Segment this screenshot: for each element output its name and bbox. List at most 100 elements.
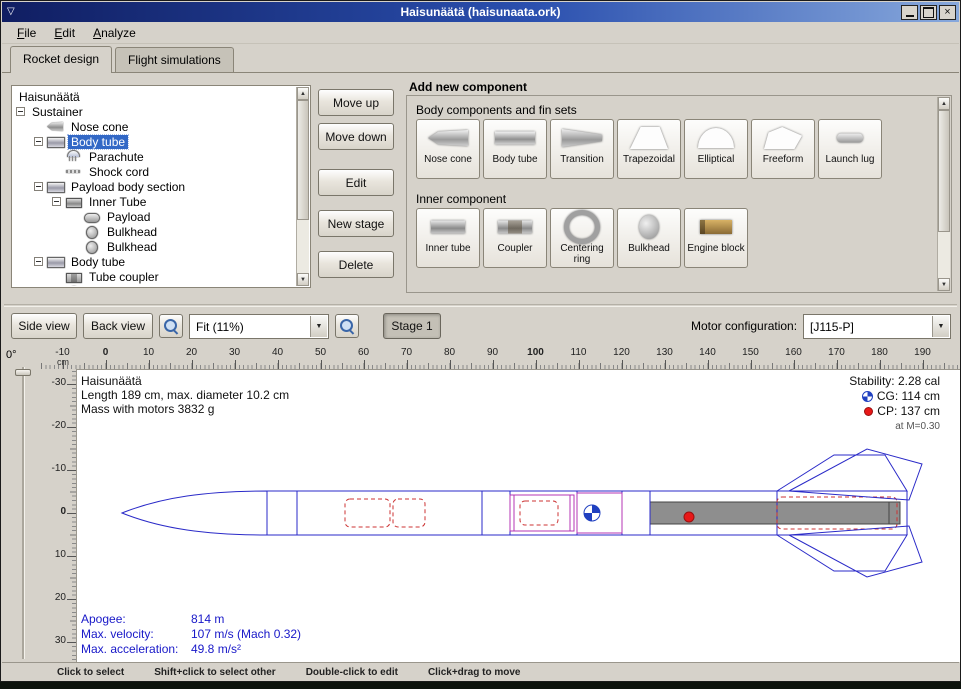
tree-item-label: Payload (104, 210, 153, 224)
tree-item[interactable]: Parachute (13, 149, 296, 164)
tree-item[interactable]: Nose cone (13, 119, 296, 134)
tree-item[interactable]: Bulkhead (13, 224, 296, 239)
component-icon (65, 285, 82, 286)
menu-item[interactable]: Edit (47, 24, 82, 42)
titlebar[interactable]: Haisunäätä (haisunaata.ork) ▽ × (2, 2, 959, 22)
zoom-out-button[interactable] (335, 314, 359, 338)
add-component-button[interactable]: Trapezoidal (617, 119, 681, 179)
scroll-up-icon[interactable]: ▲ (938, 97, 950, 110)
tree-item[interactable]: Bulkhead (13, 239, 296, 254)
figure-legend: Stability: 2.28 cal CG: 114 cm CP: 137 c… (849, 374, 940, 433)
component-icon (65, 150, 82, 163)
ruler-label: 20 (170, 347, 213, 359)
nose-cone-outline (122, 491, 267, 535)
component-type-icon (560, 123, 604, 153)
tree-item[interactable]: Shock cord (13, 164, 296, 179)
tree-item[interactable]: Bulkhead (13, 284, 296, 286)
move-up-button[interactable]: Move up (318, 89, 394, 116)
ruler-label: 2 (944, 347, 961, 359)
parachute-outline (345, 499, 390, 527)
rocket-dimensions: Length 189 cm, max. diameter 10.2 cm (81, 388, 289, 402)
add-component-button[interactable]: Launch lug (818, 119, 882, 179)
tree-expander-icon[interactable] (34, 257, 43, 266)
tab-bar: Rocket design Flight simulations (2, 45, 959, 73)
tree-scrollbar[interactable]: ▲ ▼ (296, 87, 309, 286)
ruler-label: 80 (428, 347, 471, 359)
stability-readout: Stability: 2.28 cal (849, 374, 940, 388)
add-component-button[interactable]: Centering ring (550, 208, 614, 268)
stage-1-toggle[interactable]: Stage 1 (383, 313, 441, 339)
add-component-button[interactable]: Nose cone (416, 119, 480, 179)
ruler-label: 110 (557, 347, 600, 359)
ruler-label: 60 (342, 347, 385, 359)
split-divider[interactable] (4, 304, 957, 307)
tree-item[interactable]: Payload body section (13, 179, 296, 194)
cp-icon (864, 407, 873, 416)
add-component-button[interactable]: Freeform (751, 119, 815, 179)
delete-button[interactable]: Delete (318, 251, 394, 278)
add-component-button[interactable]: Bulkhead (617, 208, 681, 268)
side-view-button[interactable]: Side view (11, 313, 77, 339)
scrollbar-thumb[interactable] (938, 110, 950, 232)
move-down-button[interactable]: Move down (318, 123, 394, 150)
cg-icon (862, 391, 873, 402)
scrollbar-thumb[interactable] (297, 100, 309, 220)
tree-item-label: Tube coupler (86, 270, 162, 284)
flight-stat: Max. acceleration: 49.8 m/s² (81, 642, 301, 657)
back-view-button[interactable]: Back view (83, 313, 153, 339)
tree-expander-icon[interactable] (34, 182, 43, 191)
scroll-down-icon[interactable]: ▼ (297, 273, 309, 286)
zoom-select[interactable]: Fit (11%) ▼ (189, 314, 329, 339)
add-component-button[interactable]: Elliptical (684, 119, 748, 179)
tree-item[interactable]: Body tube (13, 254, 296, 269)
add-component-button[interactable]: Engine block (684, 208, 748, 268)
tree-item[interactable]: Haisunäätä (13, 89, 296, 104)
component-type-icon (426, 212, 470, 242)
component-tree: Haisunäätä Sustainer Nose cone (13, 87, 296, 286)
component-palette: Body components and fin sets Nose cone B… (406, 95, 952, 293)
flight-stat-value: 814 m (191, 612, 224, 627)
tree-expander-icon[interactable] (34, 137, 43, 146)
tab[interactable]: Flight simulations (115, 47, 234, 72)
add-component-button[interactable]: Coupler (483, 208, 547, 268)
inner-tube-outlines[interactable] (510, 493, 622, 533)
menu-item[interactable]: Analyze (86, 24, 143, 42)
tree-item[interactable]: Payload (13, 209, 296, 224)
ruler-label: -10 (46, 447, 66, 490)
window-menu-icon[interactable]: ▽ (7, 7, 15, 17)
new-stage-button[interactable]: New stage (318, 210, 394, 237)
edit-button[interactable]: Edit (318, 169, 394, 196)
maximize-icon[interactable] (920, 5, 937, 20)
component-tree-panel: Haisunäätä Sustainer Nose cone (11, 85, 311, 288)
close-icon[interactable]: × (939, 5, 956, 20)
component-icon (65, 165, 82, 178)
rotation-slider-track[interactable] (22, 367, 25, 659)
shock-cord-outline (393, 499, 425, 527)
scroll-up-icon[interactable]: ▲ (297, 87, 309, 100)
component-icon (47, 180, 64, 193)
tree-item[interactable]: Body tube (13, 134, 296, 149)
zoom-in-button[interactable] (159, 314, 183, 338)
add-component-button[interactable]: Transition (550, 119, 614, 179)
tab[interactable]: Rocket design (10, 46, 112, 73)
desktop-background (0, 682, 961, 689)
rotation-slider-handle[interactable] (15, 369, 31, 376)
scroll-down-icon[interactable]: ▼ (938, 278, 950, 291)
motor-configuration-value: [J115-P] (810, 320, 854, 334)
tree-expander-icon[interactable] (16, 107, 25, 116)
add-component-button[interactable]: Body tube (483, 119, 547, 179)
tree-item[interactable]: Inner Tube (13, 194, 296, 209)
tree-item[interactable]: Tube coupler (13, 269, 296, 284)
motor-configuration-select[interactable]: [J115-P] ▼ (803, 314, 951, 339)
dropdown-arrow-icon[interactable]: ▼ (932, 316, 949, 337)
ruler-label: 30 (213, 347, 256, 359)
tree-item[interactable]: Sustainer (13, 104, 296, 119)
minimize-icon[interactable] (901, 5, 918, 20)
tree-expander-icon[interactable] (52, 197, 61, 206)
menu-item[interactable]: File (10, 24, 43, 42)
add-component-button[interactable]: Inner tube (416, 208, 480, 268)
palette-scrollbar[interactable]: ▲ ▼ (937, 97, 950, 291)
tree-item-label: Payload body section (68, 180, 188, 194)
component-icon (83, 210, 100, 223)
dropdown-arrow-icon[interactable]: ▼ (310, 316, 327, 337)
